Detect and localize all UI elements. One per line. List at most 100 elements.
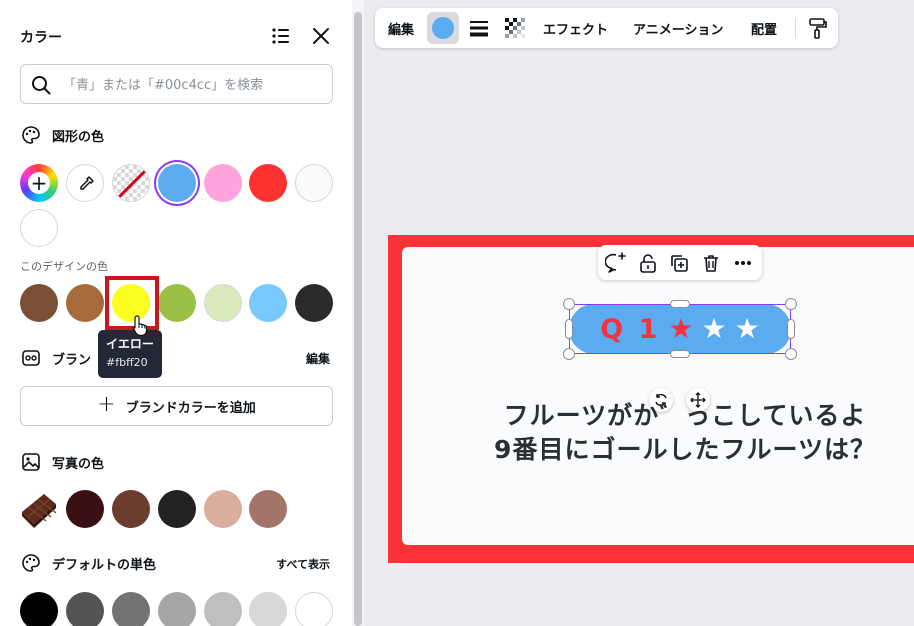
tooltip-color-name: イエロー	[106, 337, 154, 351]
brand-heading: ブラン	[20, 346, 91, 370]
paint-roller-icon	[809, 18, 827, 39]
lock-icon	[640, 254, 656, 273]
search-input[interactable]	[63, 74, 323, 96]
trash-icon	[704, 255, 718, 272]
resize-handle-left[interactable]	[565, 319, 573, 339]
shape-color-label: 図形の色	[52, 129, 105, 145]
color-search[interactable]	[20, 64, 333, 104]
plus-icon: +	[97, 392, 116, 417]
shape-swatch-4[interactable]	[295, 164, 333, 202]
border-style-button[interactable]	[469, 8, 489, 48]
panel-scrollbar[interactable]	[352, 0, 364, 626]
default-swatch-3[interactable]	[112, 592, 150, 626]
photo-swatch-3[interactable]	[158, 490, 196, 528]
q1-badge-shape[interactable]: Q 1 ★ ★ ★	[569, 304, 791, 354]
transparency-button[interactable]	[504, 8, 526, 48]
comment-plus-icon	[605, 252, 626, 273]
panel-title: カラー	[20, 30, 62, 46]
element-context-toolbar	[598, 245, 762, 280]
design-swatch-2[interactable]	[66, 284, 104, 322]
list-view-icon[interactable]	[270, 26, 292, 46]
add-color-icon: +	[28, 172, 50, 194]
no-color-icon	[115, 167, 149, 201]
transparent-swatch[interactable]	[112, 164, 150, 202]
question-line-1[interactable]: フルーツがか゛っこしているよ	[402, 396, 914, 432]
tooltip-color-hex: #fbff20	[106, 356, 148, 369]
photo-swatch-1[interactable]	[66, 490, 104, 528]
fill-color-button[interactable]	[427, 12, 459, 44]
editor-toolbar: 編集 エフェクト アニメーション 配置	[375, 8, 838, 48]
border-lines-icon	[470, 21, 488, 37]
close-icon[interactable]	[310, 26, 332, 46]
default-swatch-4[interactable]	[158, 592, 196, 626]
photo-colors-label: 写真の色	[52, 456, 105, 472]
design-swatch-7[interactable]	[295, 284, 333, 322]
scrollbar-thumb[interactable]	[354, 12, 362, 626]
shape-swatch-1[interactable]	[158, 164, 196, 202]
default-colors-heading: デフォルトの単色	[20, 551, 156, 575]
add-comment-button[interactable]	[604, 251, 628, 275]
resize-handle-bottom[interactable]	[670, 350, 690, 358]
shape-swatch-2[interactable]	[204, 164, 242, 202]
shape-swatch-5[interactable]	[20, 209, 58, 247]
photo-colors-heading: 写真の色	[20, 450, 104, 474]
question-line-2[interactable]: 9番目にゴールしたフルーツは？	[402, 430, 914, 466]
position-button[interactable]: 配置	[751, 8, 777, 48]
palette-brush-icon	[20, 124, 42, 146]
resize-handle-top-right[interactable]	[785, 298, 797, 310]
hand-pointer-icon	[131, 314, 151, 336]
design-swatch-6[interactable]	[249, 284, 287, 322]
show-all-link[interactable]: すべて表示	[276, 556, 330, 572]
star-icon-white-1: ★	[701, 312, 727, 345]
copy-style-button[interactable]	[808, 8, 828, 48]
color-tooltip: イエロー #fbff20	[98, 330, 162, 378]
star-icon-white-2: ★	[734, 312, 760, 345]
photo-swatch-5[interactable]	[249, 490, 287, 528]
design-swatch-5[interactable]	[204, 284, 242, 322]
design-swatch-1[interactable]	[20, 284, 58, 322]
q1-label: Q 1	[600, 313, 661, 345]
effects-button[interactable]: エフェクト	[543, 8, 608, 48]
resize-handle-top-left[interactable]	[563, 298, 575, 310]
lock-button[interactable]	[636, 251, 660, 275]
default-swatch-5[interactable]	[204, 592, 242, 626]
design-swatch-4[interactable]	[158, 284, 196, 322]
shape-swatch-3[interactable]	[249, 164, 287, 202]
palette-icon	[20, 552, 42, 574]
chocolate-image	[22, 494, 57, 528]
brand-kit-icon	[20, 347, 42, 369]
shape-color-heading: 図形の色	[20, 123, 104, 147]
search-icon	[30, 74, 52, 96]
more-dots-icon	[735, 261, 751, 265]
transparency-icon	[505, 18, 525, 38]
default-swatch-6[interactable]	[249, 592, 287, 626]
default-swatch-2[interactable]	[66, 592, 104, 626]
photo-swatch-2[interactable]	[112, 490, 150, 528]
color-picker-button[interactable]: +	[20, 164, 58, 202]
brand-edit-link[interactable]: 編集	[306, 350, 330, 367]
more-options-button[interactable]	[731, 251, 755, 275]
duplicate-button[interactable]	[667, 251, 691, 275]
resize-handle-bottom-left[interactable]	[563, 348, 575, 360]
current-color-dot	[432, 17, 454, 39]
resize-handle-bottom-right[interactable]	[785, 348, 797, 360]
star-icon-red: ★	[668, 312, 694, 345]
eyedropper-icon	[80, 176, 94, 190]
delete-button[interactable]	[699, 251, 723, 275]
toolbar-divider	[795, 18, 796, 38]
resize-handle-top[interactable]	[670, 300, 690, 308]
default-swatch-7[interactable]	[295, 592, 333, 626]
default-swatch-1[interactable]	[20, 592, 58, 626]
resize-handle-right[interactable]	[787, 319, 795, 339]
photo-thumbnail[interactable]	[20, 490, 58, 528]
brand-label: ブラン	[52, 352, 92, 368]
design-colors-label: このデザインの色	[20, 260, 108, 273]
animation-button[interactable]: アニメーション	[633, 8, 723, 48]
photo-swatch-4[interactable]	[204, 490, 242, 528]
add-brand-color-label: ブランドカラーを追加	[125, 400, 256, 416]
image-icon	[20, 451, 42, 473]
eyedropper-button[interactable]	[66, 164, 104, 202]
add-brand-color-button[interactable]: + ブランドカラーを追加	[20, 386, 333, 426]
color-panel: カラー 図形の色 + このデザインの色	[0, 0, 352, 626]
edit-button[interactable]: 編集	[388, 8, 414, 48]
